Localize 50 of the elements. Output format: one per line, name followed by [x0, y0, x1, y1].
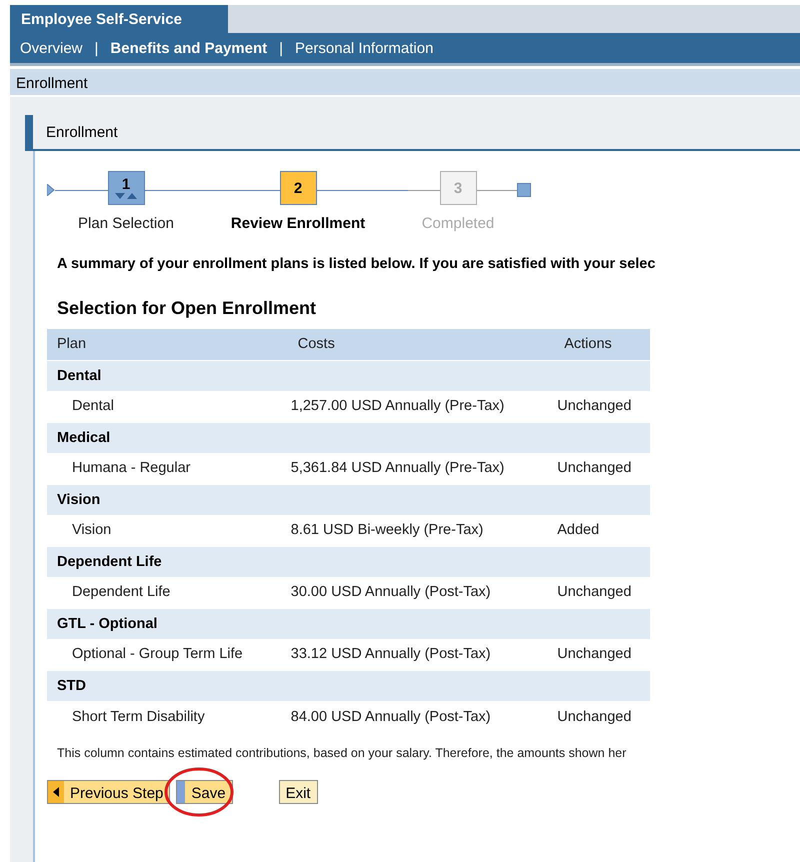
table-cell: Unchanged — [554, 391, 650, 422]
table-cell: 1,257.00 USD Annually (Pre-Tax) — [288, 391, 554, 422]
portal-title: Employee Self-Service — [10, 5, 228, 33]
table-cell: Unchanged — [554, 701, 650, 732]
table-cell: Added — [554, 515, 650, 546]
table-cell: Unchanged — [554, 577, 650, 608]
save-button[interactable]: Save — [176, 780, 233, 804]
step-indicator: 2 — [280, 171, 316, 205]
table-cell: 84.00 USD Annually (Post-Tax) — [288, 701, 554, 732]
intro-text: A summary of your enrollment plans is listed below. If you are satisfied with your selec — [57, 256, 656, 272]
previous-step-button[interactable]: Previous Step — [47, 780, 170, 804]
step-label: Completed — [422, 215, 494, 232]
section-title: Selection for Open Enrollment — [57, 298, 318, 319]
table-cell: Vision — [47, 515, 288, 546]
nav-separator: | — [279, 40, 284, 56]
table-cell: 33.12 USD Annually (Post-Tax) — [288, 639, 554, 670]
step-indicator: 3 — [440, 171, 476, 205]
table-cell: Unchanged — [554, 453, 650, 484]
table-cell: Dental — [47, 391, 288, 422]
end-marker-icon — [517, 183, 531, 197]
nav-tab[interactable]: Overview — [20, 40, 83, 56]
nav-tab[interactable]: Personal Information — [295, 40, 434, 56]
group-row: GTL - Optional — [47, 608, 650, 639]
column-header: Actions — [554, 329, 650, 360]
table-cell: Short Term Disability — [47, 701, 288, 732]
group-row: Dental — [47, 360, 650, 391]
table-cell: Dependent Life — [47, 577, 288, 608]
panel-accent-bar — [25, 115, 33, 151]
expand-collapse-icon — [115, 193, 137, 200]
step-label: Plan Selection — [78, 215, 174, 232]
table-cell: Unchanged — [554, 639, 650, 670]
column-header: Costs — [288, 329, 554, 360]
nav-separator: | — [94, 40, 98, 56]
table-cell: 8.61 USD Bi-weekly (Pre-Tax) — [288, 515, 554, 546]
step-label: Review Enrollment — [230, 215, 366, 232]
back-arrow-icon — [53, 787, 59, 797]
group-row: Dependent Life — [47, 546, 650, 577]
footnote-text: This column contains estimated contributions, based on your salary. Therefore, the amounts shown her — [57, 746, 628, 760]
table-cell: Optional - Group Term Life — [47, 639, 288, 670]
exit-button[interactable]: Exit — [278, 780, 318, 804]
nav-tab[interactable]: Benefits and Payment — [110, 40, 268, 56]
column-header: Plan — [47, 329, 288, 360]
table-cell: 30.00 USD Annually (Post-Tax) — [288, 577, 554, 608]
step-indicator: 1 — [108, 171, 144, 205]
group-row: Medical — [47, 422, 650, 453]
table-cell: 5,361.84 USD Annually (Pre-Tax) — [288, 453, 554, 484]
group-row: Vision — [47, 484, 650, 515]
table-cell: Humana - Regular — [47, 453, 288, 484]
page-title: Enrollment — [10, 69, 800, 97]
group-row: STD — [47, 670, 650, 701]
